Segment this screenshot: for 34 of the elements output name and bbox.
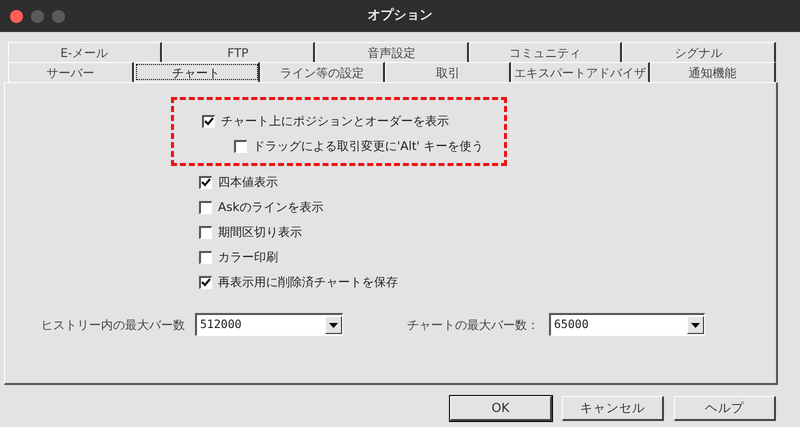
- tab[interactable]: FTP: [162, 42, 316, 62]
- checkbox[interactable]: [199, 200, 212, 214]
- tab[interactable]: 取引: [385, 62, 512, 82]
- checkbox-label: カラー印刷: [218, 249, 278, 266]
- tab[interactable]: サーバー: [8, 62, 134, 82]
- tab[interactable]: エキスパートアドバイザ: [511, 62, 650, 82]
- dropdown[interactable]: 512000: [195, 313, 343, 336]
- tab[interactable]: 通知機能: [650, 62, 776, 82]
- checkbox[interactable]: [202, 114, 215, 128]
- checkbox[interactable]: [199, 276, 212, 288]
- tab[interactable]: チャート: [134, 62, 260, 82]
- tab[interactable]: 音声設定: [315, 42, 469, 62]
- field-label: ヒストリー内の最大バー数: [41, 316, 185, 334]
- checkbox[interactable]: [199, 250, 212, 264]
- checkbox-label: ドラッグによる取引変更に'Alt' キーを使う: [253, 138, 484, 155]
- checkbox[interactable]: [234, 140, 247, 152]
- checkbox-label: 再表示用に削除済チャートを保存: [218, 274, 398, 291]
- close-button[interactable]: [10, 10, 23, 23]
- tab[interactable]: ライン等の設定: [260, 62, 386, 82]
- checkbox-label: チャート上にポジションとオーダーを表示: [221, 113, 449, 130]
- dropdown[interactable]: 65000: [549, 313, 705, 336]
- checkbox-label: 期間区切り表示: [218, 224, 302, 241]
- tab[interactable]: E-メール: [8, 42, 162, 62]
- tab[interactable]: コミュニティ: [468, 42, 622, 62]
- checkbox[interactable]: [199, 226, 212, 238]
- dialog-button[interactable]: OK: [450, 396, 552, 421]
- checkbox-label: 四本値表示: [218, 174, 278, 191]
- tab[interactable]: シグナル: [622, 42, 776, 62]
- dialog-button[interactable]: ヘルプ: [674, 396, 776, 421]
- window-title: オプション: [368, 6, 432, 26]
- checkbox[interactable]: [199, 176, 212, 188]
- checkbox-label: Askのラインを表示: [218, 199, 324, 216]
- field-label: チャートの最大バー数：: [407, 316, 539, 334]
- dialog-button[interactable]: キャンセル: [562, 396, 664, 421]
